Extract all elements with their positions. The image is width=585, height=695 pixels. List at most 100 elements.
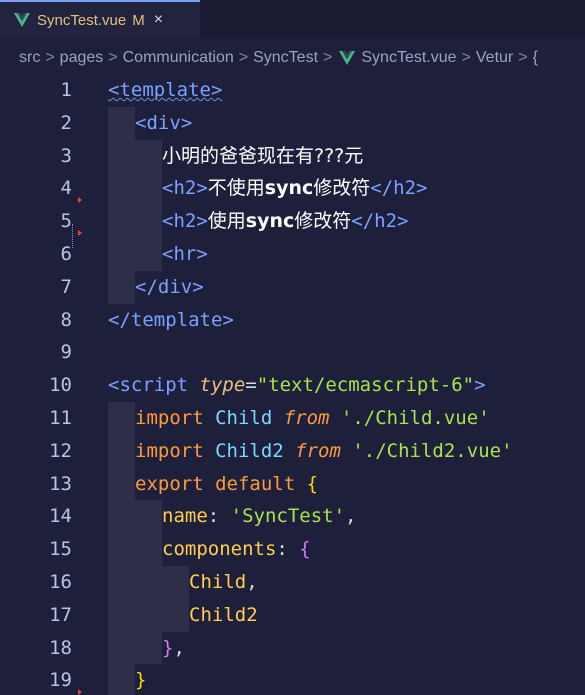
code-line[interactable]: 11 import Child from './Child.vue' [0,401,585,435]
close-icon[interactable]: × [154,11,163,29]
code-line[interactable]: 3 小明的爸爸现在有???元 [0,139,585,173]
indent-guide [135,533,162,566]
code-line[interactable]: 13 export default { [0,467,585,501]
code-token: Child2 [189,603,258,626]
code-line[interactable]: 4 <h2>不使用sync修改符</h2> [0,172,585,206]
code-line[interactable]: 6 <hr> [0,237,585,271]
line-number: 4 [60,177,72,200]
tab-synctest-vue[interactable]: SyncTest.vue M × [0,0,200,38]
code-token: from [295,439,353,462]
code-token: , [345,505,357,528]
indent-guide [108,434,135,468]
indent-guide [135,500,162,534]
code-line[interactable]: 10 <script type="text/ecmascript-6"> [0,369,585,402]
code-line[interactable]: 8 </template> [0,304,585,337]
line-number: 1 [60,79,72,101]
line-number: 17 [49,603,72,626]
code-line[interactable]: 15 components: { [0,533,585,566]
breadcrumb-item-pages[interactable]: pages [60,49,104,67]
code-token: , [173,636,185,659]
line-number: 3 [60,144,72,167]
code-text: Child, [189,566,258,599]
breadcrumb-trailing[interactable]: { [533,49,538,67]
code-token: <div> [135,111,193,134]
code-text: import Child from './Child.vue' [135,402,490,435]
code-token: Child [189,570,247,593]
breadcrumb-separator: > [461,49,471,66]
breadcrumb-item-synctest[interactable]: SyncTest [253,49,318,67]
breadcrumb: src > pages > Communication > SyncTest >… [0,38,585,78]
code-line[interactable]: 12 import Child2 from './Child2.vue' [0,434,585,468]
code-text: }, [162,632,185,665]
code-line[interactable]: 1 <template> [0,74,585,107]
code-token: <template> [108,79,223,101]
line-number: 2 [60,111,72,134]
breadcrumb-separator: > [323,49,333,66]
code-token: { [306,472,319,495]
indent-guide [135,172,162,206]
folding-marker-icon[interactable] [78,689,82,695]
folding-marker-icon[interactable] [78,229,82,236]
breadcrumb-item-communication[interactable]: Communication [123,49,234,67]
vue-icon [339,51,356,65]
indent-guide [108,631,135,665]
code-line[interactable]: 2 <div> [0,106,585,140]
fold-guide [72,224,73,248]
indent-guide [135,237,162,271]
indent-guide [108,664,135,695]
code-text: components: { [162,533,311,566]
code-token: Child2 [215,439,296,462]
code-token: './Child.vue' [340,406,490,429]
code-token: } [135,669,147,692]
indent-guide [135,205,162,238]
code-line[interactable]: 14 name: 'SyncTest', [0,500,585,534]
code-line[interactable]: 17 Child2 [0,598,585,632]
line-number: 14 [49,505,72,528]
code-area[interactable]: 1 <template> 2 <div> 3 小明的爸爸现在有???元 4 <h2>不使用sy… [0,74,585,695]
code-token: <h2> [162,210,208,233]
code-token: } [162,636,174,659]
code-text: </template> [108,304,234,337]
indent-guide [135,631,162,665]
breadcrumb-item-vetur[interactable]: Vetur [476,49,513,67]
code-token: <script [108,374,200,397]
code-line[interactable]: 19} [0,664,585,695]
indent-guide [108,106,135,140]
indent-guide [162,565,189,599]
line-number: 8 [60,308,72,331]
code-line[interactable]: 7 </div> [0,270,585,304]
code-token: import [135,406,216,429]
code-token: 修改符 [294,210,352,233]
code-line[interactable]: 9 [0,336,585,369]
folding-marker-icon[interactable] [78,197,82,204]
code-token: import [135,439,216,462]
line-number: 12 [49,439,72,462]
code-line[interactable]: 5 <h2>使用sync修改符</h2> [0,205,585,238]
indent-guide [135,598,162,632]
code-token: : [276,538,300,561]
code-text: <h2>不使用sync修改符</h2> [162,172,427,205]
line-number: 10 [49,374,72,397]
code-line[interactable]: 18}, [0,631,585,665]
line-number: 5 [60,210,72,233]
tab-bar: SyncTest.vue M × [0,0,585,38]
breadcrumb-item-src[interactable]: src [19,49,40,67]
code-text: 小明的爸爸现在有???元 [162,140,363,173]
indent-guide [108,172,135,206]
line-number: 15 [49,538,72,561]
code-text: <hr> [162,238,208,271]
indent-guide [108,565,135,599]
line-number: 13 [49,472,72,495]
indent-guide [162,598,189,632]
code-token: export default [135,472,307,495]
breadcrumb-item-file[interactable]: SyncTest.vue [361,49,456,67]
code-token: <hr> [162,242,208,265]
code-token: name [162,505,208,528]
code-text: <h2>使用sync修改符</h2> [162,205,408,238]
indent-guide [108,401,135,435]
code-text: name: 'SyncTest', [162,500,357,533]
code-token: : [207,505,231,528]
code-token: "text/ecmascript-6" [256,374,475,397]
code-token: { [299,538,311,561]
code-line[interactable]: 16 Child, [0,565,585,599]
